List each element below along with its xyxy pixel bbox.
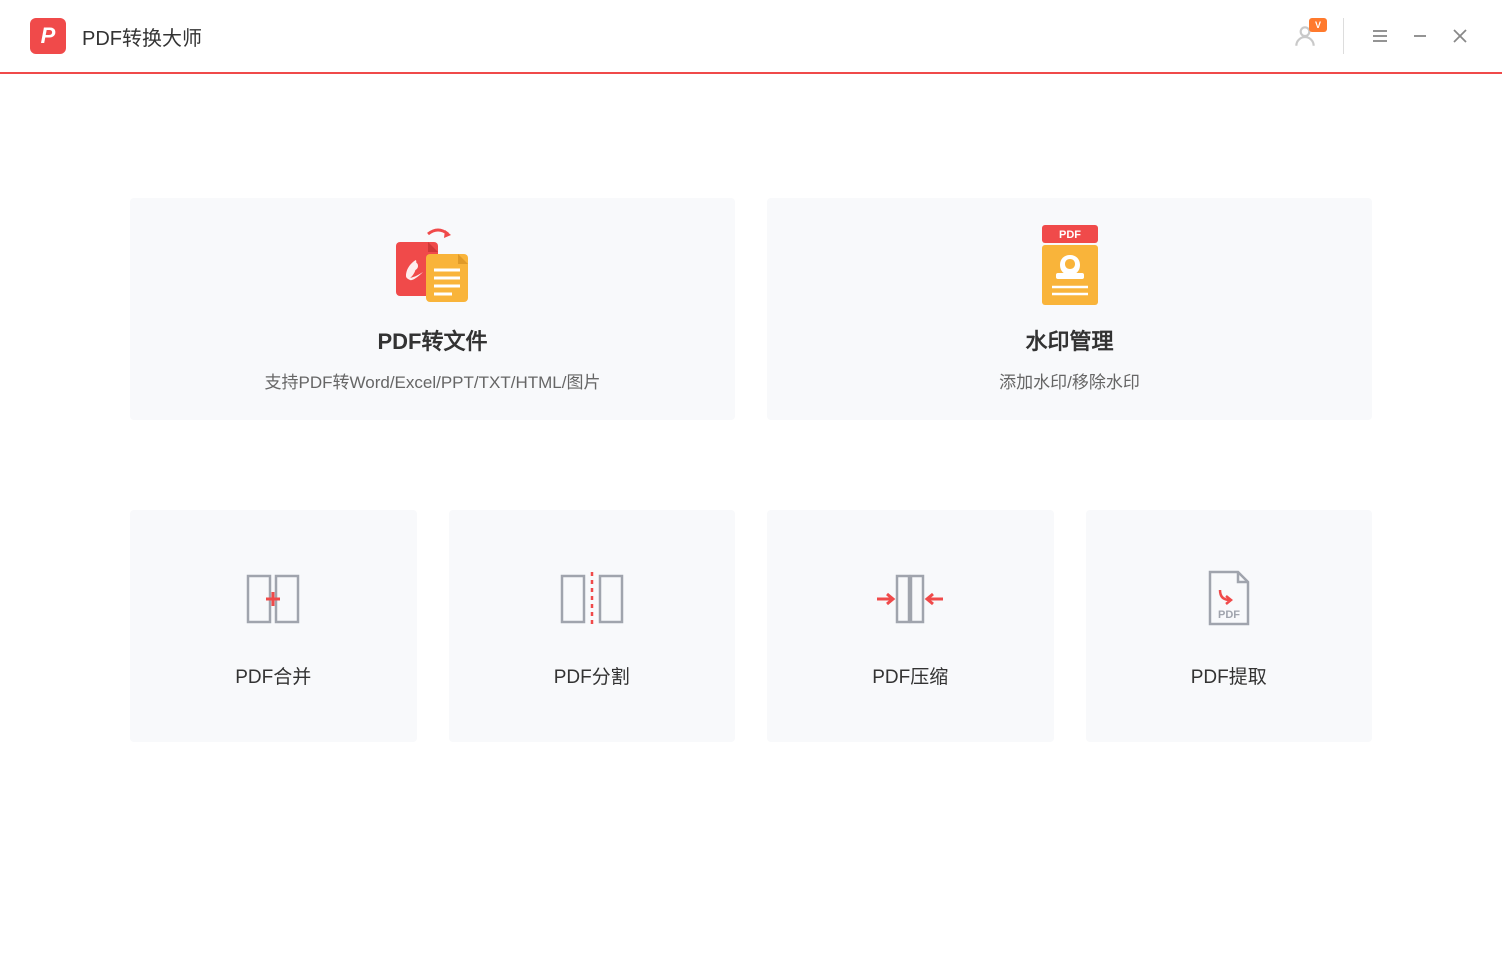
title-bar: P PDF转换大师 V	[0, 0, 1502, 74]
pdf-compress-icon	[871, 564, 949, 634]
title-right: V	[1285, 16, 1480, 56]
card-desc: 添加水印/移除水印	[999, 368, 1140, 393]
pdf-convert-card[interactable]: PDF转文件 支持PDF转Word/Excel/PPT/TXT/HTML/图片	[130, 198, 735, 420]
card-desc: 支持PDF转Word/Excel/PPT/TXT/HTML/图片	[265, 368, 601, 393]
pdf-merge-card[interactable]: PDF合并	[130, 510, 417, 742]
pdf-split-icon	[556, 564, 628, 634]
watermark-card[interactable]: PDF 水印管理 添加水印/移除水印	[767, 198, 1372, 420]
minimize-button[interactable]	[1400, 16, 1440, 56]
separator	[1343, 18, 1344, 54]
watermark-icon: PDF	[1038, 226, 1102, 306]
close-icon	[1450, 26, 1470, 46]
pdf-compress-card[interactable]: PDF压缩	[767, 510, 1054, 742]
main-cards-row: PDF转文件 支持PDF转Word/Excel/PPT/TXT/HTML/图片 …	[130, 198, 1372, 420]
card-title: PDF压缩	[872, 662, 948, 689]
menu-button[interactable]	[1360, 16, 1400, 56]
pdf-convert-icon	[388, 226, 478, 306]
user-account-button[interactable]: V	[1285, 16, 1325, 56]
pdf-extract-icon: PDF	[1200, 564, 1258, 634]
card-title: 水印管理	[1025, 324, 1113, 356]
tool-cards-row: PDF合并 PDF分割	[130, 510, 1372, 742]
app-logo-icon: P	[30, 18, 66, 54]
app-title: PDF转换大师	[82, 22, 202, 51]
svg-text:PDF: PDF	[1059, 229, 1081, 241]
main-area: PDF转文件 支持PDF转Word/Excel/PPT/TXT/HTML/图片 …	[0, 74, 1502, 742]
vip-badge-icon: V	[1309, 18, 1327, 32]
minimize-icon	[1410, 26, 1430, 46]
card-title: PDF合并	[235, 662, 311, 689]
pdf-merge-icon	[242, 564, 304, 634]
pdf-split-card[interactable]: PDF分割	[449, 510, 736, 742]
card-title: PDF转文件	[377, 324, 487, 356]
pdf-extract-card[interactable]: PDF PDF提取	[1086, 510, 1373, 742]
svg-text:PDF: PDF	[1218, 609, 1240, 621]
close-button[interactable]	[1440, 16, 1480, 56]
card-title: PDF提取	[1191, 662, 1267, 689]
title-left: P PDF转换大师	[30, 18, 202, 54]
card-title: PDF分割	[554, 662, 630, 689]
hamburger-icon	[1370, 26, 1390, 46]
